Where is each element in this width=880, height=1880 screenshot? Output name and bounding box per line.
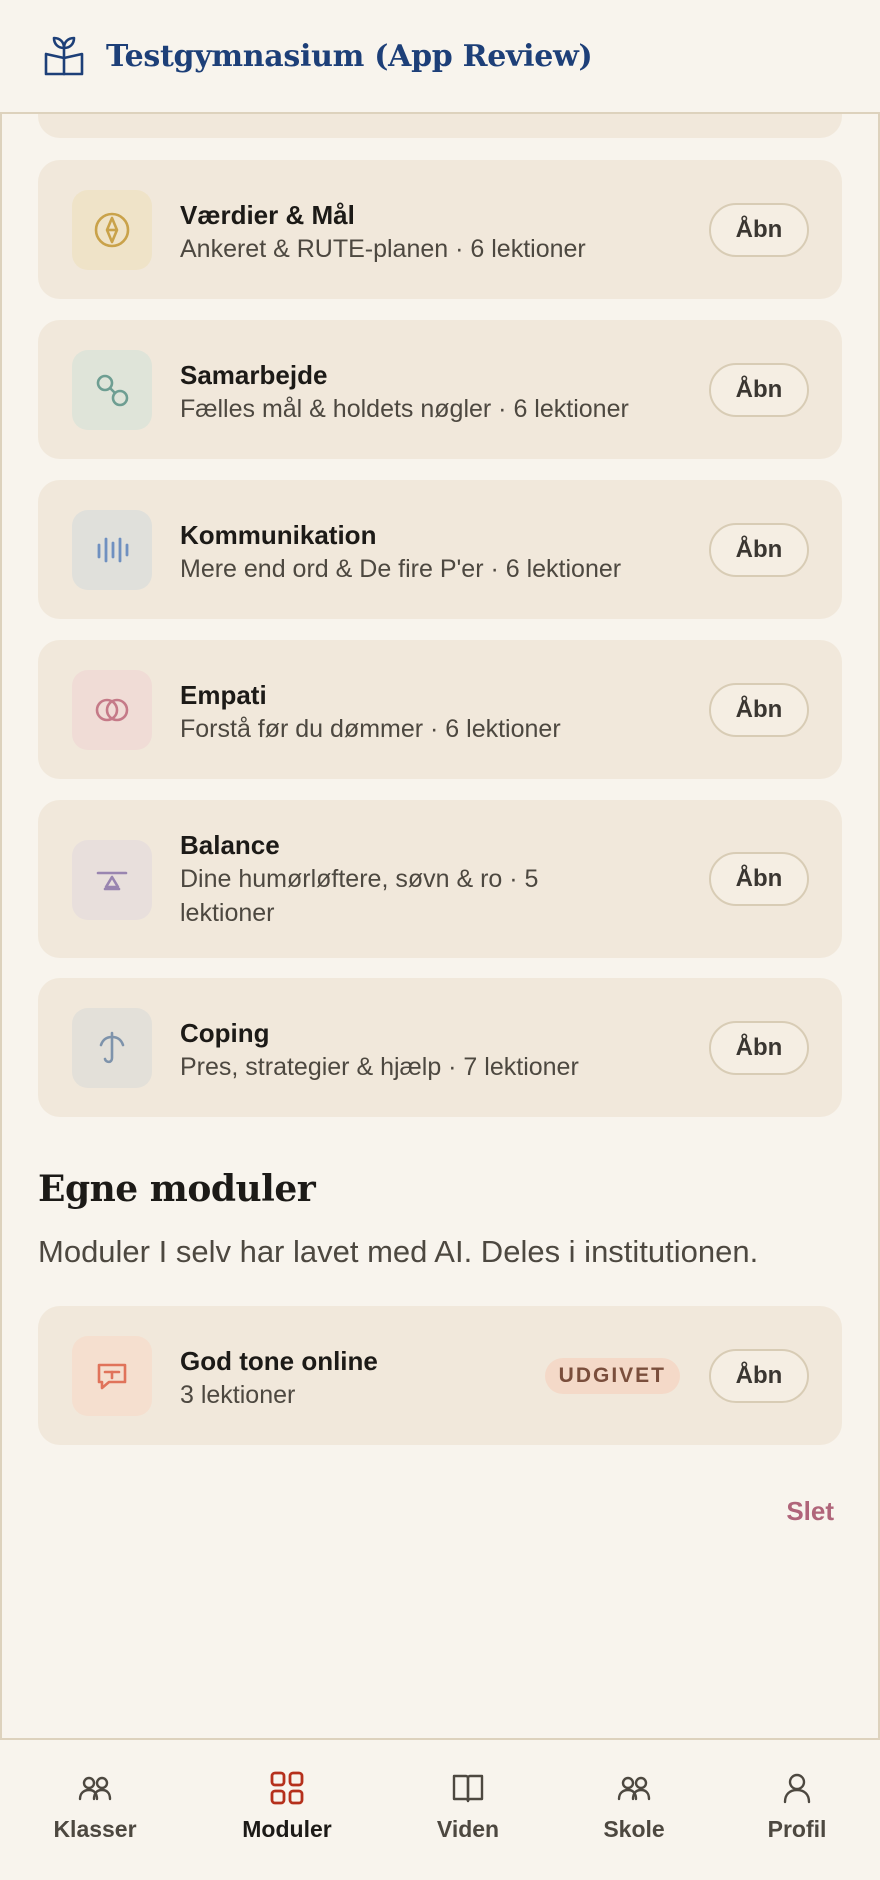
own-module-card[interactable]: God tone online 3 lektioner UDGIVET Åbn bbox=[38, 1306, 842, 1445]
module-icon-box bbox=[72, 1336, 152, 1416]
nav-label: Moduler bbox=[242, 1816, 332, 1842]
module-name: Empati bbox=[180, 680, 267, 710]
grid-icon bbox=[270, 1771, 304, 1805]
module-icon-box bbox=[72, 840, 152, 920]
chat-bubble-icon bbox=[97, 1363, 127, 1390]
module-description: Pres, strategier & hjælp · 7 lektioner bbox=[180, 1053, 579, 1081]
module-description: Mere end ord & De fire P'er · 6 lektione… bbox=[180, 555, 622, 583]
module-text: Kommunikation Mere end ord & De fire P'e… bbox=[180, 518, 621, 586]
nav-label: Viden bbox=[436, 1816, 500, 1842]
link-circles-icon bbox=[96, 374, 129, 407]
status-badge: UDGIVET bbox=[544, 1358, 680, 1394]
module-name: Værdier & Mål bbox=[180, 200, 355, 230]
nav-item-skole[interactable]: Skole bbox=[564, 1768, 704, 1843]
module-text: Balance Dine humørløftere, søvn & ro · 5… bbox=[180, 828, 600, 930]
nav-item-klasser[interactable]: Klasser bbox=[25, 1768, 165, 1843]
module-text: Samarbejde Fælles mål & holdets nøgler ·… bbox=[180, 358, 629, 426]
module-description: Fælles mål & holdets nøgler · 6 lektione… bbox=[180, 395, 629, 423]
module-icon-box bbox=[72, 190, 152, 270]
nav-item-viden[interactable]: Viden bbox=[398, 1768, 538, 1843]
module-card[interactable]: Værdier & Mål Ankeret & RUTE-planen · 6 … bbox=[38, 160, 842, 299]
open-button[interactable]: Åbn bbox=[709, 683, 809, 737]
module-name: Coping bbox=[180, 1018, 270, 1048]
own-modules-subtitle: Moduler I selv har lavet med AI. Deles i… bbox=[38, 1234, 759, 1269]
compass-icon bbox=[94, 212, 130, 248]
module-description: Ankeret & RUTE-planen · 6 lektioner bbox=[180, 235, 586, 263]
module-card[interactable]: Empati Forstå før du dømmer · 6 lektione… bbox=[38, 640, 842, 779]
open-button[interactable]: Åbn bbox=[709, 852, 809, 906]
module-icon-box bbox=[72, 1008, 152, 1088]
module-name: God tone online bbox=[180, 1346, 378, 1376]
module-card[interactable]: Samarbejde Fælles mål & holdets nøgler ·… bbox=[38, 320, 842, 459]
open-button[interactable]: Åbn bbox=[709, 1021, 809, 1075]
nav-item-moduler[interactable]: Moduler bbox=[217, 1768, 357, 1843]
nav-label: Skole bbox=[603, 1816, 665, 1842]
open-book-plant-icon bbox=[44, 36, 84, 76]
page-title: Testgymnasium (App Review) bbox=[106, 38, 593, 74]
overlapping-rings-icon bbox=[95, 698, 129, 722]
module-name: Balance bbox=[180, 830, 280, 860]
balance-icon bbox=[96, 871, 128, 891]
person-icon bbox=[783, 1773, 811, 1804]
module-description: 3 lektioner bbox=[180, 1381, 296, 1409]
module-text: Værdier & Mål Ankeret & RUTE-planen · 6 … bbox=[180, 198, 586, 266]
open-button[interactable]: Åbn bbox=[709, 523, 809, 577]
people-icon bbox=[78, 1776, 112, 1801]
nav-label: Klasser bbox=[53, 1816, 137, 1842]
hook-icon bbox=[99, 1031, 125, 1064]
open-button[interactable]: Åbn bbox=[709, 363, 809, 417]
module-text: Coping Pres, strategier & hjælp · 7 lekt… bbox=[180, 1016, 579, 1084]
module-icon-box bbox=[72, 670, 152, 750]
nav-item-profil[interactable]: Profil bbox=[727, 1768, 867, 1843]
nav-label: Profil bbox=[767, 1816, 827, 1842]
open-button[interactable]: Åbn bbox=[709, 1349, 809, 1403]
bottom-nav: Klasser Moduler Viden Skole Profil bbox=[0, 1738, 880, 1880]
sound-wave-icon bbox=[97, 537, 129, 563]
own-modules-heading: Egne moduler bbox=[38, 1168, 316, 1210]
app-header: Testgymnasium (App Review) bbox=[0, 0, 880, 114]
module-icon-box bbox=[72, 510, 152, 590]
module-text: Empati Forstå før du dømmer · 6 lektione… bbox=[180, 678, 561, 746]
module-card[interactable]: Kommunikation Mere end ord & De fire P'e… bbox=[38, 480, 842, 619]
module-description: Forstå før du dømmer · 6 lektioner bbox=[180, 715, 561, 743]
module-name: Kommunikation bbox=[180, 520, 377, 550]
book-icon bbox=[452, 1774, 484, 1803]
module-card[interactable]: Coping Pres, strategier & hjælp · 7 lekt… bbox=[38, 978, 842, 1117]
people-icon bbox=[617, 1776, 651, 1801]
module-name: Samarbejde bbox=[180, 360, 328, 390]
module-description: Dine humørløftere, søvn & ro · 5 lektion… bbox=[180, 865, 539, 927]
delete-button[interactable]: Slet bbox=[786, 1496, 834, 1527]
module-card[interactable]: Balance Dine humørløftere, søvn & ro · 5… bbox=[38, 800, 842, 958]
module-text: God tone online 3 lektioner bbox=[180, 1344, 378, 1412]
module-icon-box bbox=[72, 350, 152, 430]
open-button[interactable]: Åbn bbox=[709, 203, 809, 257]
